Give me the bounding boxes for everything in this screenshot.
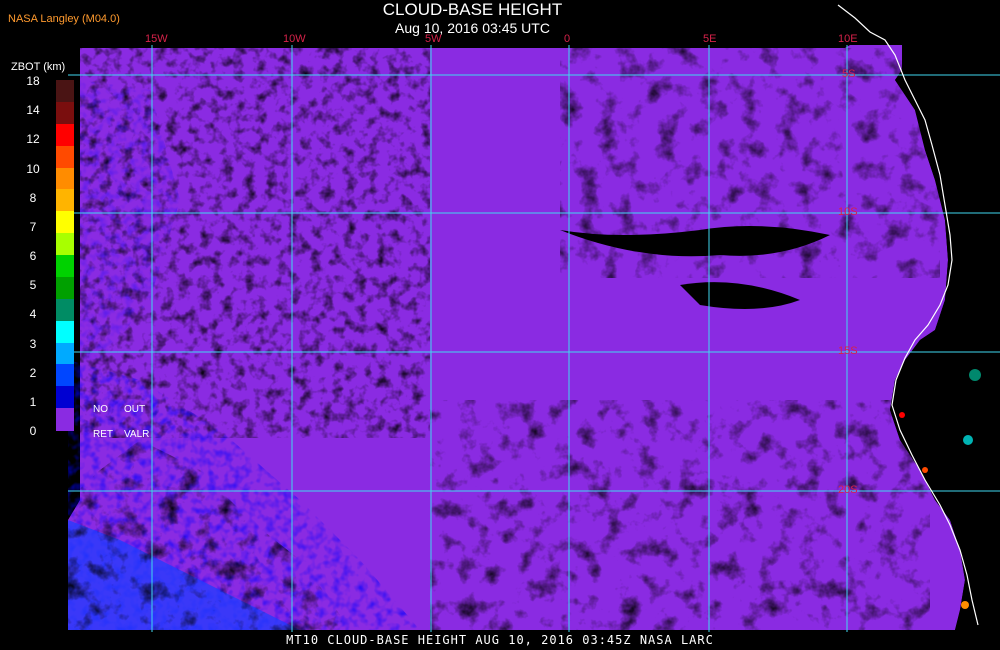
lon-label-15w: 15W [145,33,168,45]
map-timestamp: Aug 10, 2016 03:45 UTC [395,20,550,36]
credit-label: NASA Langley (M04.0) [8,13,120,25]
lon-label-0: 0 [564,33,571,45]
satellite-map [68,4,1000,632]
legend-swatch [56,211,74,234]
legend-tick: 0 [29,424,37,438]
legend-tick: 4 [29,307,37,322]
cloud-field [68,45,965,630]
legend-swatch [56,408,74,431]
legend-tick: 12 [26,132,40,147]
legend-swatch [56,123,74,147]
legend-tick: 5 [29,278,37,293]
lon-label-5e: 5E [703,33,717,45]
legend-swatch [56,80,74,103]
lon-label-10w: 10W [283,33,306,45]
lon-label-5w: 5W [425,33,442,45]
legend-tick: 18 [26,74,40,88]
legend-tick: 3 [29,336,37,351]
legend-swatch [56,364,74,387]
legend-swatch [56,189,74,212]
clear-sky-texture-south [430,400,930,630]
legend-tick: 8 [29,190,37,205]
lon-label-10e: 10E [838,33,858,45]
legend-tick: 2 [29,365,37,380]
footer-caption: MT10 CLOUD-BASE HEIGHT AUG 10, 2016 03:4… [286,633,714,647]
lat-label-10s: 10S [838,206,858,218]
map-title: CLOUD-BASE HEIGHT [382,0,563,19]
lat-label-5s: 5S [842,68,856,80]
legend-swatch [56,255,74,278]
legend-swatch [56,298,74,322]
legend-tick: 7 [29,219,37,234]
legend-swatch [56,167,74,190]
lat-label-20s: 20S [838,484,858,496]
legend-swatch [56,233,74,256]
lat-label-15s: 15S [838,345,858,357]
legend-tick: 1 [29,394,37,409]
legend-tick: 14 [26,103,40,118]
legend-swatch [56,145,74,168]
legend-tick: 10 [26,161,40,176]
legend-swatch [56,276,74,300]
legend-unit: ZBOT (km) [11,61,66,73]
legend-swatch [56,386,74,409]
legend-swatch [56,320,74,343]
legend-colorbar [56,80,74,431]
legend-swatch [56,342,74,365]
legend-tick: 6 [29,249,37,263]
legend-swatch [56,101,74,125]
